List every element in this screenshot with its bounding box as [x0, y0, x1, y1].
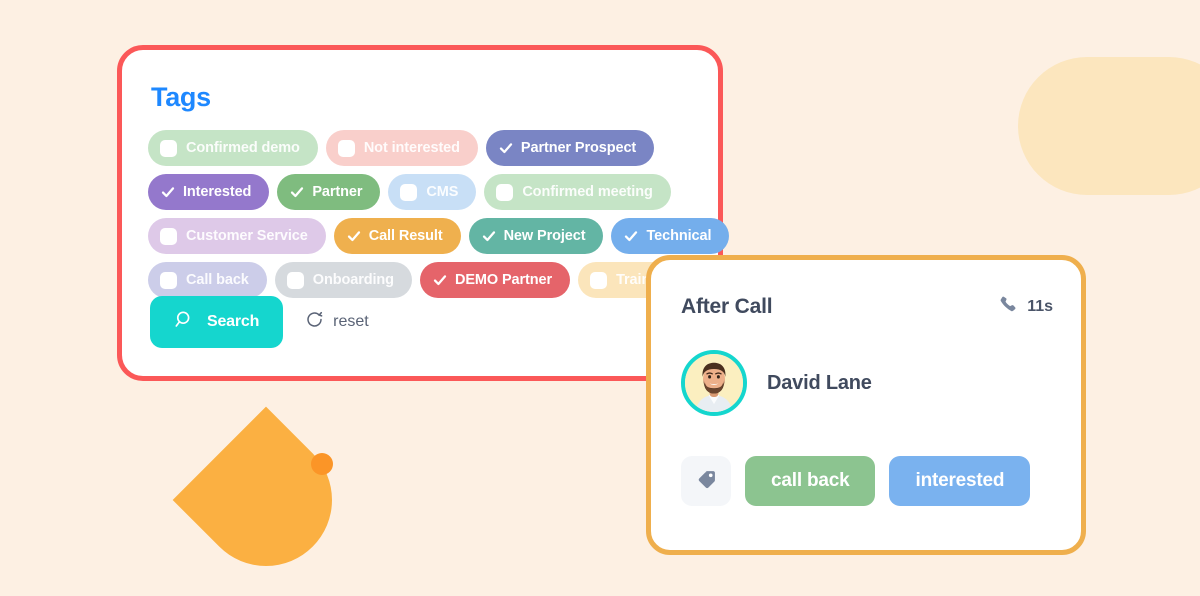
after-call-actions: call back interested	[681, 456, 1031, 506]
tag-label: Customer Service	[186, 228, 308, 244]
decorative-semicircle-shape	[172, 406, 360, 594]
tag-label: Confirmed demo	[186, 140, 300, 156]
tag-label: Call Result	[368, 228, 443, 244]
tag-row: Confirmed demo Not interested Partner Pros…	[148, 129, 708, 167]
tags-actions: Search reset	[150, 296, 369, 348]
check-icon	[482, 231, 495, 242]
tag-label: Interested	[183, 184, 252, 200]
tag-label: Call back	[186, 272, 249, 288]
tag-row: Interested Partner CMS Confirmed meeting	[148, 173, 708, 211]
tag-chip[interactable]: Confirmed demo	[148, 130, 318, 166]
page-title: Tags	[151, 82, 211, 112]
contact-row: David Lane	[681, 350, 872, 416]
avatar-photo	[685, 354, 743, 412]
tag-icon	[695, 468, 718, 494]
decorative-pill-shape	[1018, 57, 1200, 195]
tag-label: CMS	[426, 184, 459, 200]
check-icon	[499, 143, 513, 154]
tag-chip[interactable]: Not interested	[325, 130, 478, 166]
phone-icon	[998, 294, 1019, 320]
check-icon	[161, 187, 175, 198]
checkbox-icon[interactable]	[286, 271, 304, 289]
checkbox-icon[interactable]	[160, 271, 177, 289]
tags-card: Tags Confirmed demo Not interested Partner…	[117, 45, 730, 381]
tag-chip[interactable]: Onboarding	[274, 262, 412, 298]
decorative-dot-shape	[311, 453, 333, 475]
tag-chip[interactable]: Interested	[148, 174, 270, 210]
tag-chip[interactable]: Call Result	[333, 218, 461, 254]
tag-row: Call back Onboarding DEMO Partner Training	[148, 261, 708, 299]
tag-label: DEMO Partner	[454, 272, 553, 288]
search-button[interactable]: Search	[150, 296, 284, 348]
tag-chip[interactable]: Call back	[148, 262, 267, 298]
avatar	[681, 350, 747, 416]
search-button-label: Search	[207, 313, 260, 330]
tag-chip[interactable]: CMS	[388, 174, 477, 210]
search-icon	[174, 309, 195, 335]
tag-label: Technical	[646, 228, 712, 244]
after-call-header: After Call 11s	[681, 294, 1053, 320]
tag-chip[interactable]: Customer Service	[148, 218, 326, 254]
tag-chip[interactable]: DEMO Partner	[419, 262, 571, 298]
contact-name: David Lane	[767, 371, 872, 394]
tag-list: Confirmed demo Not interested Partner Pros…	[148, 129, 730, 305]
tag-label: Onboarding	[312, 272, 394, 288]
reset-button-label: reset	[333, 313, 369, 330]
after-call-title: After Call	[681, 295, 773, 318]
checkbox-icon[interactable]	[160, 139, 177, 157]
tag-label: Not interested	[363, 140, 460, 156]
tag-label: Confirmed meeting	[522, 184, 653, 200]
after-call-card: After Call 11s David Lane call back inte…	[646, 255, 1086, 555]
call-duration: 11s	[998, 294, 1053, 320]
tag-label: Partner	[312, 184, 363, 200]
tag-label: Partner Prospect	[520, 140, 637, 156]
checkbox-icon[interactable]	[160, 227, 177, 245]
tag-chip[interactable]: Partner Prospect	[485, 130, 655, 166]
checkbox-icon[interactable]	[400, 183, 418, 201]
tag-chip[interactable]: Confirmed meeting	[484, 174, 671, 210]
checkbox-icon[interactable]	[590, 271, 608, 289]
tag-button[interactable]	[681, 456, 731, 506]
tag-chip[interactable]: Partner	[277, 174, 381, 210]
tag-chip[interactable]: New Project	[468, 218, 604, 254]
check-icon	[291, 187, 304, 198]
call-duration-text: 11s	[1027, 298, 1053, 315]
check-icon	[625, 231, 638, 242]
checkbox-icon[interactable]	[337, 139, 355, 157]
check-icon	[347, 231, 360, 242]
call-back-button[interactable]: call back	[745, 456, 876, 506]
tag-label: New Project	[503, 228, 586, 244]
tag-row: Customer Service Call Result New Project Te…	[148, 217, 730, 255]
tag-chip[interactable]: Technical	[611, 218, 730, 254]
refresh-icon	[305, 310, 324, 334]
reset-button[interactable]: reset	[305, 310, 369, 334]
interested-button[interactable]: interested	[889, 456, 1031, 506]
checkbox-icon[interactable]	[496, 183, 514, 201]
check-icon	[433, 275, 447, 286]
